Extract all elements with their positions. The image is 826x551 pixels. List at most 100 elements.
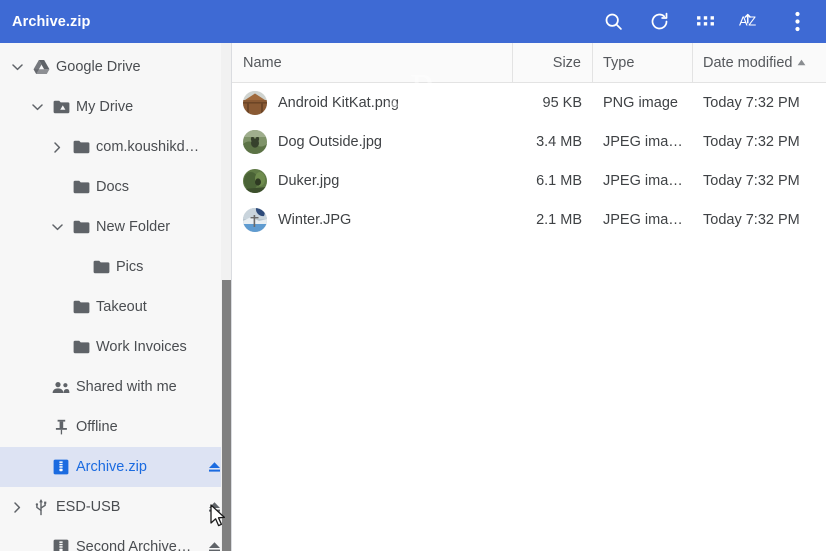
file-name-cell: Dog Outside.jpg <box>232 122 513 161</box>
file-list-pane: Name Size Type Date modified Android Kit… <box>232 43 826 551</box>
column-header-name[interactable]: Name <box>232 43 513 82</box>
drive-logo-icon <box>28 59 54 75</box>
sidebar-item-label: Archive.zip <box>76 459 147 475</box>
sidebar-item-second-archive[interactable]: Second Archive… <box>0 527 231 551</box>
sidebar-item-pics[interactable]: Pics <box>0 247 231 287</box>
folder-icon <box>68 220 94 234</box>
refresh-button[interactable] <box>636 0 682 43</box>
chevron-right-icon[interactable] <box>6 501 28 513</box>
file-type-label: JPEG ima… <box>603 211 683 228</box>
file-size-label: 95 KB <box>542 94 583 111</box>
sidebar-item-archive-zip[interactable]: Archive.zip <box>0 447 231 487</box>
sidebar-item-label: Shared with me <box>76 379 177 395</box>
sort-ascending-icon <box>797 59 806 66</box>
file-thumbnail-icon <box>243 168 267 193</box>
file-type-cell: PNG image <box>593 83 693 122</box>
zip-icon <box>48 459 74 475</box>
chevron-down-icon[interactable] <box>6 63 28 71</box>
sidebar-item-shared-with-me[interactable]: Shared with me <box>0 367 231 407</box>
more-options-button[interactable] <box>774 0 820 43</box>
sort-az-icon: A Z <box>739 11 763 33</box>
file-date-cell: Today 7:32 PM <box>693 122 826 161</box>
file-date-label: Today 7:32 PM <box>703 133 800 150</box>
file-name-label: Android KitKat.png <box>278 94 399 111</box>
pin-icon <box>48 419 74 435</box>
search-button[interactable] <box>590 0 636 43</box>
sidebar-scrollbar-track[interactable] <box>221 43 231 551</box>
grid-view-icon <box>696 12 715 31</box>
file-size-cell: 95 KB <box>513 83 593 122</box>
file-row[interactable]: Dog Outside.jpg 3.4 MB JPEG ima… Today 7:32… <box>232 122 826 161</box>
file-name-label: Winter.JPG <box>278 211 352 228</box>
file-date-label: Today 7:32 PM <box>703 94 800 111</box>
chevron-down-icon[interactable] <box>46 223 68 231</box>
file-size-label: 6.1 MB <box>536 172 582 189</box>
sidebar-item-label: com.koushikdutt… <box>96 139 201 155</box>
folder-icon <box>68 300 94 314</box>
sidebar-item-docs[interactable]: Docs <box>0 167 231 207</box>
file-size-cell: 2.1 MB <box>513 200 593 239</box>
sidebar-item-label: Pics <box>116 259 144 275</box>
column-header-date-label: Date modified <box>703 54 793 71</box>
sidebar-item-label: Google Drive <box>56 59 141 75</box>
file-row[interactable]: Winter.JPG 2.1 MB JPEG ima… Today 7:32 PM <box>232 200 826 239</box>
file-size-cell: 3.4 MB <box>513 122 593 161</box>
sort-az-button[interactable]: A Z <box>728 0 774 43</box>
file-date-label: Today 7:32 PM <box>703 211 800 228</box>
file-list-body: Android KitKat.png 95 KB PNG image Today 7:… <box>232 83 826 239</box>
file-type-cell: JPEG ima… <box>593 122 693 161</box>
column-header-size-label: Size <box>552 54 581 71</box>
chevron-down-icon[interactable] <box>26 103 48 111</box>
sidebar-item-esd-usb[interactable]: ESD-USB <box>0 487 231 527</box>
file-type-cell: JPEG ima… <box>593 200 693 239</box>
file-name-label: Duker.jpg <box>278 172 340 189</box>
file-row[interactable]: Duker.jpg 6.1 MB JPEG ima… Today 7:32 PM <box>232 161 826 200</box>
file-date-label: Today 7:32 PM <box>703 172 800 189</box>
file-size-label: 3.4 MB <box>536 133 582 150</box>
file-thumbnail-icon <box>243 90 267 115</box>
main-body: Google Drive My Drive com.koushikdutt… Docs… <box>0 43 826 551</box>
grid-view-button[interactable] <box>682 0 728 43</box>
sidebar-item-label: Work Invoices <box>96 339 187 355</box>
sidebar-item-label: ESD-USB <box>56 499 121 515</box>
column-header-type[interactable]: Type <box>593 43 693 82</box>
sidebar-item-com-koushikdutt[interactable]: com.koushikdutt… <box>0 127 231 167</box>
file-row[interactable]: Android KitKat.png 95 KB PNG image Today 7:… <box>232 83 826 122</box>
file-manager-window: Archive.zip A Z Google Drive My Drive co… <box>0 0 826 551</box>
column-header-name-label: Name <box>243 54 282 71</box>
file-date-cell: Today 7:32 PM <box>693 161 826 200</box>
sidebar-item-label: Takeout <box>96 299 147 315</box>
folder-icon <box>88 260 114 274</box>
sidebar-scrollbar-thumb[interactable] <box>222 280 231 551</box>
sidebar-item-label: Offline <box>76 419 118 435</box>
file-size-label: 2.1 MB <box>536 211 582 228</box>
file-type-label: JPEG ima… <box>603 172 683 189</box>
file-name-cell: Android KitKat.png <box>232 83 513 122</box>
more-options-icon <box>794 11 800 32</box>
file-type-label: JPEG ima… <box>603 133 683 150</box>
window-title: Archive.zip <box>12 13 91 30</box>
file-date-cell: Today 7:32 PM <box>693 200 826 239</box>
sidebar-item-offline[interactable]: Offline <box>0 407 231 447</box>
file-name-label: Dog Outside.jpg <box>278 133 382 150</box>
sidebar-item-takeout[interactable]: Takeout <box>0 287 231 327</box>
sidebar-item-google-drive[interactable]: Google Drive <box>0 47 231 87</box>
file-name-cell: Winter.JPG <box>232 200 513 239</box>
column-header-date-modified[interactable]: Date modified <box>693 43 826 82</box>
column-header-size[interactable]: Size <box>513 43 593 82</box>
file-type-cell: JPEG ima… <box>593 161 693 200</box>
file-type-label: PNG image <box>603 94 678 111</box>
folder-icon <box>68 340 94 354</box>
chevron-right-icon[interactable] <box>46 141 68 153</box>
refresh-icon <box>649 11 670 32</box>
title-bar: Archive.zip A Z <box>0 0 826 43</box>
folder-icon <box>68 140 94 154</box>
sidebar-item-new-folder[interactable]: New Folder <box>0 207 231 247</box>
sidebar-item-label: Docs <box>96 179 130 195</box>
column-header-type-label: Type <box>603 54 635 71</box>
search-icon <box>603 11 624 32</box>
zip-icon <box>48 539 74 551</box>
sidebar-item-work-invoices[interactable]: Work Invoices <box>0 327 231 367</box>
usb-icon <box>28 498 54 516</box>
sidebar-item-my-drive[interactable]: My Drive <box>0 87 231 127</box>
